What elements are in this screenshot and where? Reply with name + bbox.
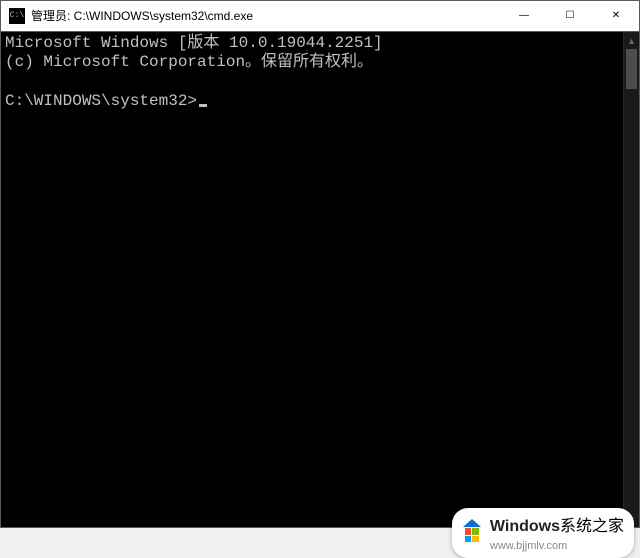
console-output[interactable]: Microsoft Windows [版本 10.0.19044.2251] (… — [1, 32, 623, 527]
maximize-button[interactable]: ☐ — [547, 1, 593, 30]
console-area: Microsoft Windows [版本 10.0.19044.2251] (… — [1, 31, 639, 527]
watermark-url: www.bjjmlv.com — [490, 540, 567, 552]
watermark-badge: Windows系统之家 www.bjjmlv.com — [452, 508, 634, 558]
watermark-suffix: 系统之家 — [560, 518, 624, 535]
console-prompt: C:\WINDOWS\system32> — [5, 92, 197, 110]
minimize-button[interactable]: — — [501, 1, 547, 30]
windows-logo-icon — [460, 521, 484, 545]
watermark-brand: Windows — [490, 518, 560, 535]
cmd-icon: C:\ — [9, 8, 25, 24]
vertical-scrollbar[interactable]: ▲ ▼ — [623, 32, 639, 527]
cursor — [199, 104, 207, 107]
scroll-up-icon[interactable]: ▲ — [624, 32, 639, 49]
cmd-window: C:\ 管理员: C:\WINDOWS\system32\cmd.exe — ☐… — [0, 0, 640, 528]
console-line: (c) Microsoft Corporation。保留所有权利。 — [5, 53, 373, 71]
titlebar[interactable]: C:\ 管理员: C:\WINDOWS\system32\cmd.exe — ☐… — [1, 1, 639, 31]
window-controls: — ☐ ✕ — [501, 1, 639, 30]
scroll-thumb[interactable] — [626, 49, 637, 89]
window-title: 管理员: C:\WINDOWS\system32\cmd.exe — [31, 7, 501, 24]
close-button[interactable]: ✕ — [593, 1, 639, 30]
console-line: Microsoft Windows [版本 10.0.19044.2251] — [5, 34, 383, 52]
